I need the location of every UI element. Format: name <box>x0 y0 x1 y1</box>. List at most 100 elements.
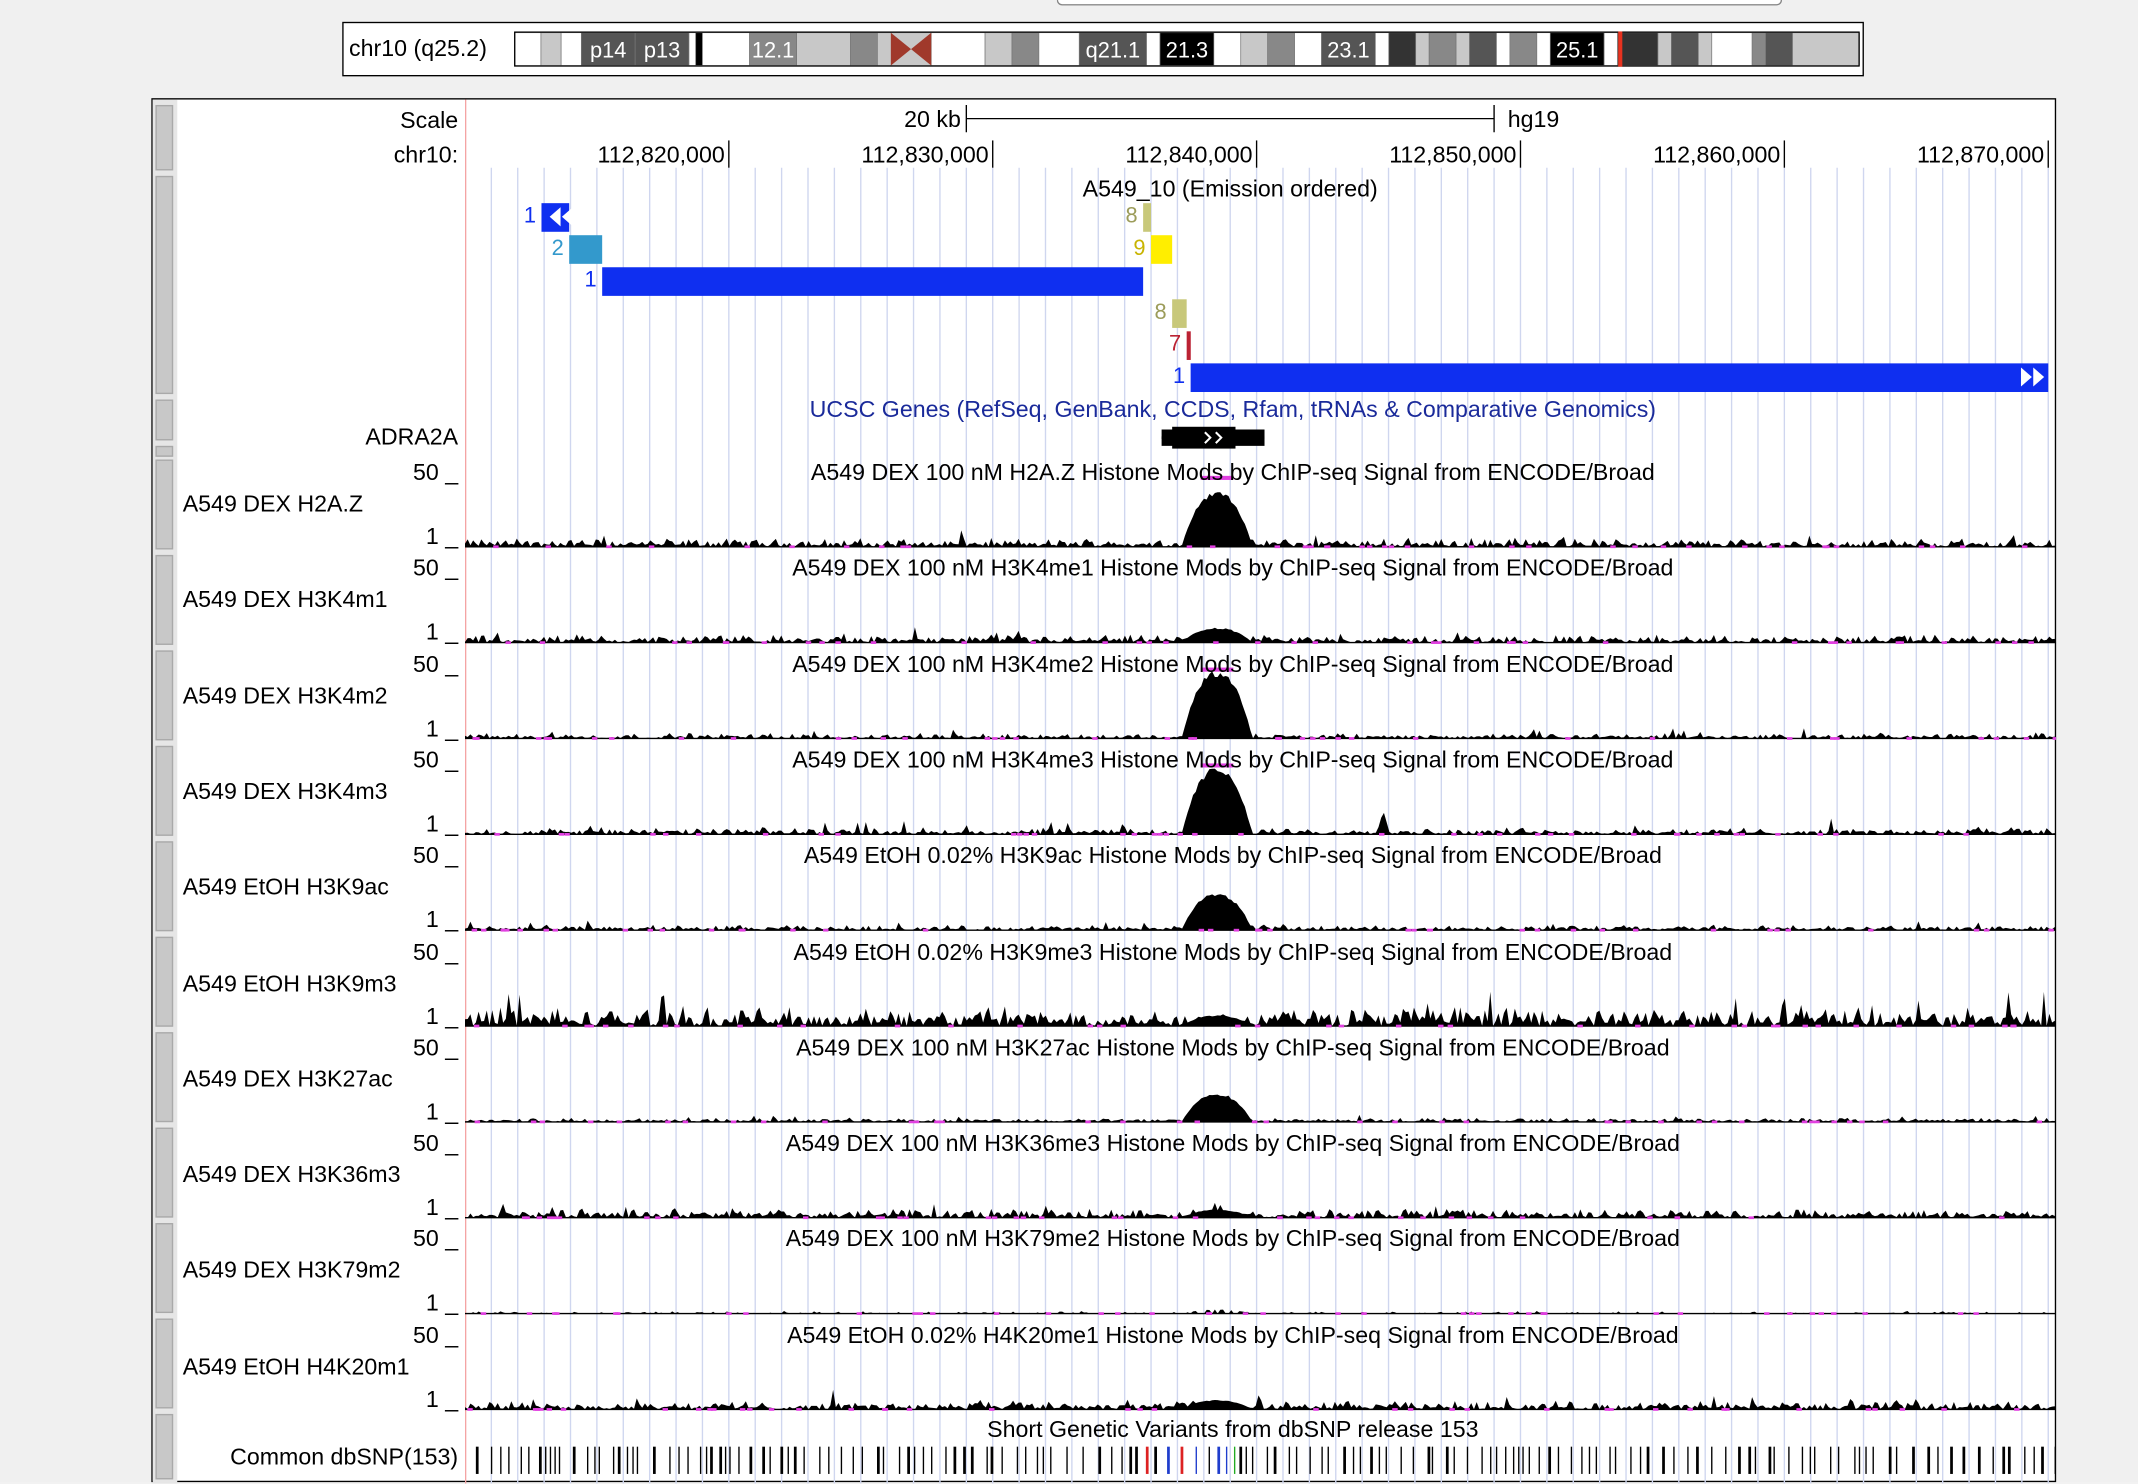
ideogram-band <box>796 32 851 66</box>
signal-wiggle <box>464 1202 2057 1218</box>
snp-marker <box>1768 1446 1772 1474</box>
signal-track-label: A549 EtOH H4K20m1 <box>182 1353 410 1380</box>
data-point-marker <box>1326 1024 1332 1028</box>
ideogram-band <box>1011 32 1040 66</box>
data-point-marker <box>1801 1120 1808 1124</box>
data-point-marker <box>1177 832 1183 836</box>
data-point-marker <box>984 737 991 740</box>
data-point-marker <box>2010 1024 2016 1028</box>
data-point-marker <box>1802 1024 1809 1028</box>
ideogram-band <box>1603 32 1618 66</box>
data-point-marker <box>1647 1216 1653 1220</box>
ideogram-bands[interactable]: p14 p13 12.1 q21.1 21.3 23.1 25.1 <box>514 31 1860 67</box>
data-point-marker <box>1426 928 1433 932</box>
ideogram-band <box>1765 32 1793 66</box>
data-point-marker <box>1254 1024 1261 1028</box>
snp-marker <box>558 1446 561 1474</box>
assembly-label: hg19 <box>1507 106 1560 133</box>
data-point-marker <box>1302 545 1309 549</box>
data-point-marker <box>695 832 702 836</box>
track-data-area[interactable]: 20 kb hg19 112,820,000 112,830,000 112,840,0… <box>464 99 2057 1484</box>
snp-marker <box>1912 1446 1915 1474</box>
data-point-marker <box>912 1312 918 1315</box>
data-point-marker <box>535 737 542 740</box>
data-point-marker <box>906 1408 913 1411</box>
snp-marker <box>598 1446 600 1474</box>
data-point-marker <box>1451 832 1457 836</box>
gene-name-label[interactable]: ADRA2A <box>365 424 458 451</box>
data-point-marker <box>1809 1120 1815 1124</box>
ideogram-band-label: p13 <box>644 37 680 62</box>
data-point-marker <box>1882 1120 1889 1124</box>
snp-marker <box>1233 1446 1236 1474</box>
snp-marker <box>1251 1446 1254 1474</box>
data-point-marker <box>961 641 967 644</box>
data-point-marker <box>686 641 692 644</box>
data-point-marker <box>992 737 998 740</box>
data-point-marker <box>1764 1312 1770 1315</box>
data-point-marker <box>1674 1216 1680 1220</box>
snp-marker <box>1858 1446 1861 1474</box>
data-point-marker <box>474 1120 481 1124</box>
data-point-marker <box>1774 1024 1781 1028</box>
chromosome-ideogram[interactable]: chr10 (q25.2) p14 p13 12.1 q21.1 21.3 23.1 25.… <box>342 21 1864 77</box>
snp-marker <box>636 1446 639 1474</box>
data-point-marker <box>1312 641 1318 644</box>
snp-marker <box>1466 1446 1469 1474</box>
ideogram-band <box>1267 32 1295 66</box>
track-side-button <box>155 554 174 645</box>
snp-marker <box>1673 1446 1675 1474</box>
data-point-marker <box>1829 737 1836 740</box>
data-point-marker <box>1568 832 1575 836</box>
snp-marker <box>1025 1446 1027 1474</box>
data-point-marker <box>1102 641 1108 644</box>
data-point-marker <box>1526 1312 1532 1315</box>
data-point-marker <box>662 1024 669 1028</box>
data-point-marker <box>1164 737 1171 740</box>
data-point-marker <box>999 737 1006 740</box>
data-point-marker <box>711 1408 717 1411</box>
chromhmm-state-label: 1 <box>1173 364 1186 388</box>
snp-marker <box>1581 1446 1583 1474</box>
data-point-marker <box>1125 1408 1131 1411</box>
data-point-marker <box>1398 1216 1404 1220</box>
data-point-marker <box>1151 832 1158 836</box>
scale-label: Scale <box>400 107 459 134</box>
data-point-marker <box>1673 832 1680 836</box>
snp-marker <box>2007 1446 2011 1474</box>
track-min-label: 1 _ <box>425 523 459 550</box>
data-point-marker <box>768 1408 775 1411</box>
data-point-marker <box>1859 1120 1865 1124</box>
snp-marker <box>1121 1446 1123 1474</box>
snp-marker <box>705 1446 708 1474</box>
track-side-button <box>155 1318 174 1409</box>
data-point-marker <box>480 1312 487 1315</box>
snp-marker <box>1495 1446 1498 1474</box>
data-point-marker <box>1473 641 1480 644</box>
signal-track-title: A549 DEX 100 nM H3K36me3 Histone Mods by… <box>785 1130 1680 1157</box>
data-point-marker <box>1136 641 1143 644</box>
data-point-marker <box>1314 1216 1321 1220</box>
data-point-marker <box>1137 1408 1143 1411</box>
snp-marker <box>2033 1446 2035 1474</box>
signal-wiggle <box>464 894 2057 931</box>
ideogram-band <box>1388 32 1417 66</box>
snp-track-title: Short Genetic Variants from dbSNP releas… <box>987 1416 1479 1443</box>
data-point-marker <box>1565 737 1571 740</box>
data-point-marker <box>1412 737 1419 740</box>
snp-marker <box>710 1446 713 1474</box>
data-point-marker <box>1338 1024 1345 1028</box>
data-point-marker <box>1959 545 1966 549</box>
ideogram-band <box>702 32 750 66</box>
track-image[interactable]: Scale chr10: ADRA2A A549 DEX H2A.Z 50 _ 1 … <box>151 98 2057 1484</box>
data-point-marker <box>1818 1312 1824 1315</box>
track-graphics[interactable] <box>464 99 2057 1484</box>
snp-marker <box>1528 1446 1530 1474</box>
snp-track-label: Common dbSNP(153) <box>230 1443 459 1470</box>
snp-marker <box>549 1446 552 1474</box>
snp-marker <box>1295 1446 1298 1474</box>
data-point-marker <box>588 1024 594 1028</box>
snp-marker <box>877 1446 880 1474</box>
data-point-marker <box>1191 737 1198 740</box>
ideogram-band <box>1374 32 1390 66</box>
